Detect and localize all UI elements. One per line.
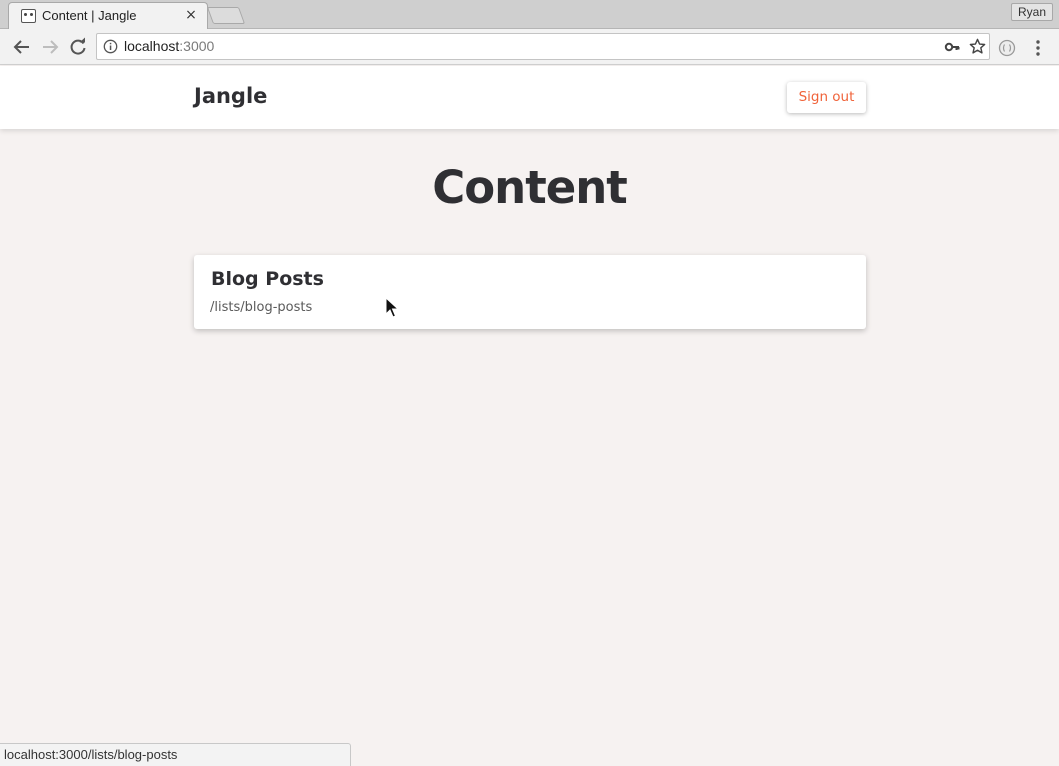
back-button[interactable]	[8, 33, 36, 61]
reload-button[interactable]	[64, 33, 92, 61]
page-content: Jangle Sign out Content Blog Posts /list…	[0, 66, 1059, 766]
page-title: Content	[432, 161, 628, 214]
star-icon[interactable]	[968, 37, 987, 56]
address-bar[interactable]: localhost:3000	[96, 33, 990, 60]
new-tab-button[interactable]	[206, 7, 246, 24]
arrow-right-icon	[43, 40, 59, 54]
url-host: localhost	[124, 38, 180, 54]
key-icon[interactable]	[944, 39, 960, 55]
url-text[interactable]: localhost:3000	[124, 38, 214, 54]
extension-icon[interactable]	[997, 38, 1017, 58]
list-card-title: Blog Posts	[211, 268, 324, 290]
list-card-path: /lists/blog-posts	[210, 300, 313, 315]
list-card-blog-posts[interactable]: Blog Posts /lists/blog-posts	[194, 255, 866, 329]
browser-toolbar: localhost:3000	[0, 29, 1059, 65]
kebab-menu-icon[interactable]	[1030, 38, 1046, 58]
close-icon[interactable]: ×	[183, 6, 199, 24]
arrow-left-icon	[13, 40, 29, 54]
tab-strip: Content | Jangle × Ryan	[0, 0, 1059, 29]
profile-button[interactable]: Ryan	[1011, 3, 1053, 21]
reload-icon	[70, 37, 86, 55]
tab-title: Content | Jangle	[42, 8, 137, 23]
brand-logo[interactable]: Jangle	[194, 84, 267, 108]
mouse-cursor-icon	[385, 297, 399, 318]
url-port: :3000	[179, 38, 215, 54]
info-icon[interactable]	[103, 39, 118, 54]
site-header: Jangle Sign out	[0, 66, 1059, 129]
status-bubble: localhost:3000/lists/blog-posts	[0, 743, 351, 766]
sign-out-button[interactable]: Sign out	[787, 82, 866, 113]
forward-button[interactable]	[36, 33, 64, 61]
site-favicon-icon	[21, 9, 36, 23]
browser-tab[interactable]: Content | Jangle ×	[8, 2, 208, 29]
